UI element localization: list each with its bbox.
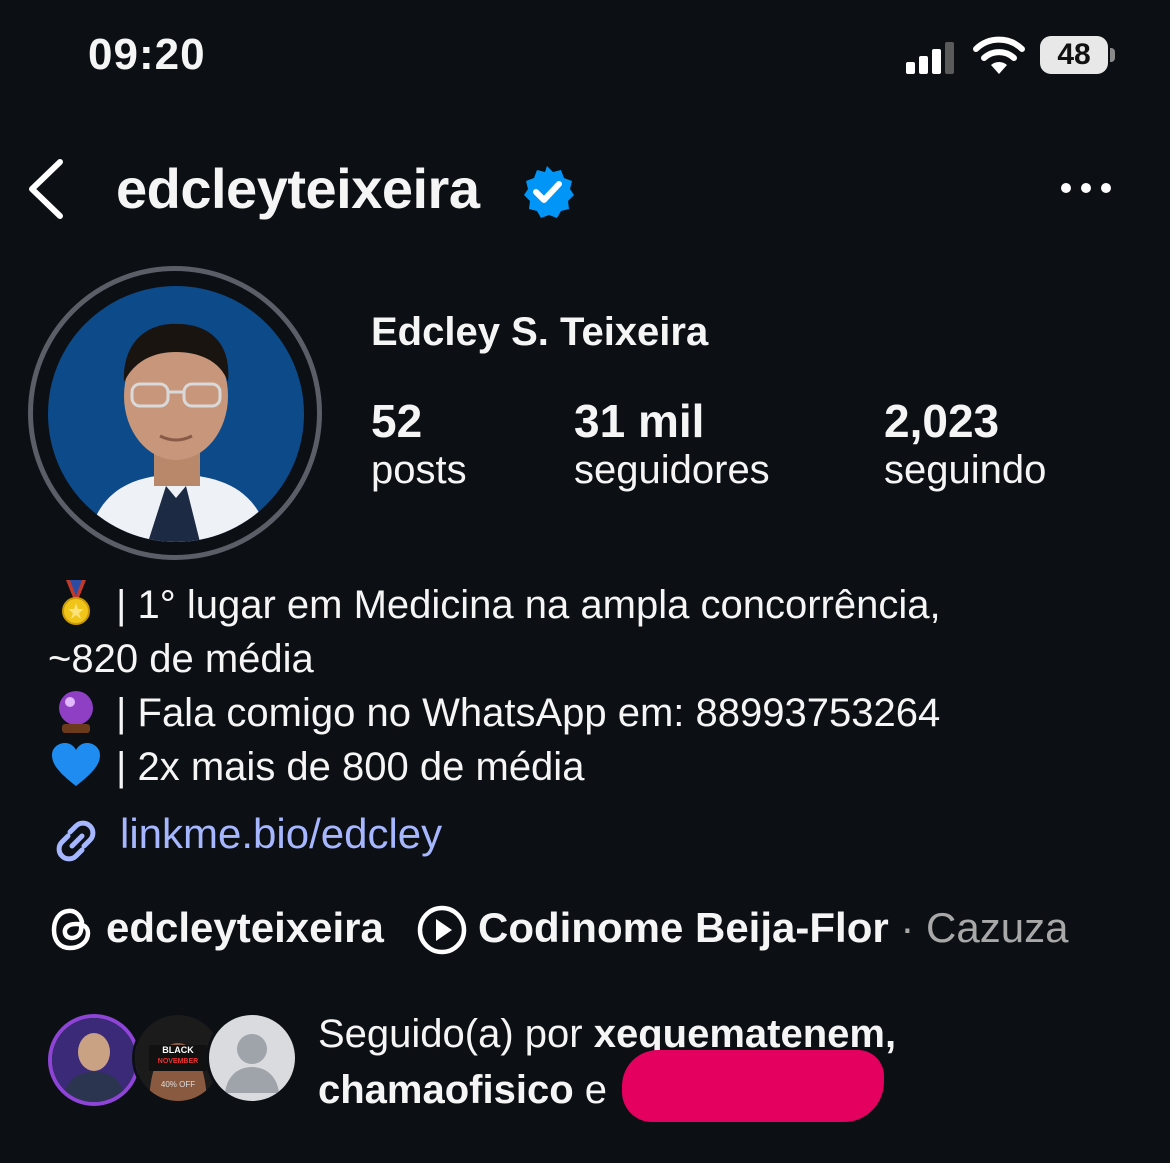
profile-avatar[interactable] — [48, 286, 304, 542]
wifi-icon — [973, 36, 1025, 74]
badge-text-3: 40% OFF — [161, 1080, 195, 1089]
stat-posts[interactable]: 52 posts — [371, 394, 467, 493]
stat-label: seguindo — [884, 448, 1047, 492]
follower-username-2: chamaofisico — [318, 1068, 574, 1112]
redaction-mark — [622, 1050, 884, 1122]
stat-following[interactable]: 2,023 seguindo — [884, 394, 1046, 493]
bio-text: | 2x mais de 800 de média — [116, 745, 585, 789]
bio-line: ~820 de média — [48, 632, 314, 686]
more-options-icon[interactable] — [1058, 174, 1114, 202]
stat-value: 2,023 — [884, 395, 1000, 447]
battery-icon: 48 — [1040, 36, 1108, 74]
medal-icon — [62, 580, 90, 625]
follower-avatar-3[interactable] — [206, 1012, 298, 1104]
profile-username: edcleyteixeira — [116, 157, 480, 220]
link-icon — [56, 820, 96, 862]
song-artist: Cazuza — [926, 904, 1069, 951]
bio-text: ~820 de média — [48, 637, 314, 681]
bio-text: | Fala comigo no WhatsApp em: 8899375326… — [116, 691, 941, 735]
status-time: 09:20 — [88, 30, 206, 79]
back-icon[interactable] — [24, 158, 68, 220]
profile-full-name: Edcley S. Teixeira — [371, 310, 709, 354]
stat-followers[interactable]: 31 mil seguidores — [574, 394, 770, 493]
bio-text: | 1° lugar em Medicina na ampla concorrê… — [116, 583, 941, 627]
music-separator: · — [900, 904, 915, 951]
battery-level: 48 — [1057, 38, 1091, 71]
badge-text-1: BLACK — [162, 1045, 194, 1055]
badge-text-2: NOVEMBER — [158, 1058, 198, 1065]
profile-music[interactable]: Codinome Beija-Flor · Cazuza — [478, 904, 1068, 952]
bio-line: | Fala comigo no WhatsApp em: 8899375326… — [48, 686, 940, 740]
battery-cap — [1110, 48, 1115, 62]
threads-handle[interactable]: edcleyteixeira — [106, 904, 384, 952]
cellular-signal-icon — [906, 40, 956, 74]
blue-heart-icon — [52, 743, 100, 786]
verified-badge-icon — [524, 166, 574, 218]
song-title: Codinome Beija-Flor — [478, 904, 889, 951]
bio-link[interactable]: linkme.bio/edcley — [120, 810, 442, 858]
bio-line: | 2x mais de 800 de média — [48, 740, 584, 794]
crystal-ball-icon — [59, 691, 93, 733]
stat-value: 52 — [371, 395, 423, 447]
follower-avatar-1[interactable] — [48, 1014, 140, 1106]
threads-icon[interactable] — [48, 904, 96, 954]
stat-label: posts — [371, 448, 467, 492]
play-icon[interactable] — [416, 904, 468, 956]
stat-value: 31 mil — [574, 395, 705, 447]
bio-line: | 1° lugar em Medicina na ampla concorrê… — [48, 578, 941, 632]
followed-by-prefix: Seguido(a) por — [318, 1012, 583, 1056]
followed-by-connector: e — [584, 1068, 608, 1112]
stat-label: seguidores — [574, 448, 770, 492]
